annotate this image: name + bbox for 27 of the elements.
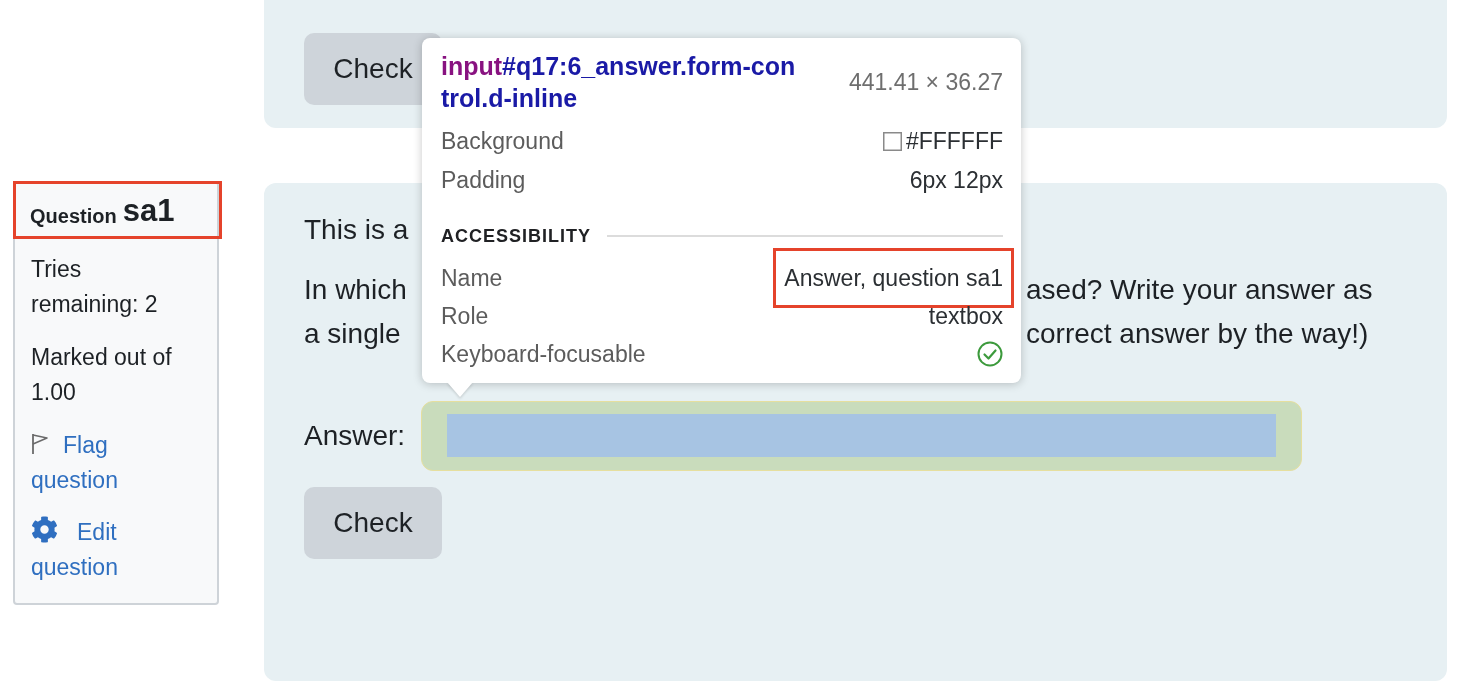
tries-remaining-text: Tries remaining: 2 bbox=[31, 255, 159, 319]
answer-field[interactable] bbox=[421, 401, 1303, 471]
check-button[interactable]: Check bbox=[304, 487, 442, 559]
property-label: Keyboard-focusable bbox=[441, 340, 646, 368]
question-text: a single bbox=[304, 317, 401, 351]
question-text: This is a bbox=[304, 213, 409, 247]
color-swatch-icon bbox=[882, 132, 902, 151]
flag-icon bbox=[31, 433, 49, 455]
question-text: In which bbox=[304, 273, 407, 307]
property-label: Name bbox=[441, 264, 503, 292]
property-value: #FFFFFF bbox=[905, 128, 1003, 155]
edit-question-link[interactable]: Edit question bbox=[31, 515, 181, 585]
property-label: Padding bbox=[441, 167, 526, 194]
section-heading: ACCESSIBILITY bbox=[441, 225, 591, 247]
question-label: Question bbox=[30, 204, 117, 229]
property-label: Background bbox=[441, 128, 564, 155]
question-number: sa1 bbox=[122, 193, 175, 229]
element-size: 441.41 × 36.27 bbox=[848, 68, 1003, 96]
property-value: 6px 12px bbox=[909, 167, 1003, 194]
answer-label: Answer: bbox=[304, 419, 406, 453]
flag-question-link[interactable]: Flag question bbox=[31, 428, 181, 498]
element-selector: input#q17:6_answer.form-control.d-inline bbox=[441, 51, 797, 114]
question-text: correct answer by the way!) bbox=[1026, 317, 1369, 351]
settings-icon bbox=[31, 516, 58, 543]
question-text: ased? Write your answer as bbox=[1026, 273, 1373, 307]
property-label: Role bbox=[441, 302, 489, 330]
marks-text: Marked out of 1.00 bbox=[31, 343, 173, 407]
